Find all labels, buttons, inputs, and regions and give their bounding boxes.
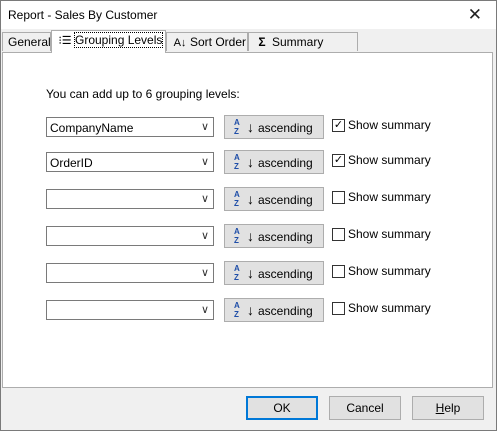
sort-direction-label: ascending xyxy=(258,156,313,170)
field-combo-value: CompanyName xyxy=(50,121,134,135)
show-summary-checkbox[interactable]: ✓ xyxy=(332,154,345,167)
field-combo[interactable]: ∨ xyxy=(46,189,214,209)
sort-direction-label: ascending xyxy=(258,267,313,281)
field-combo[interactable]: ∨ xyxy=(46,263,214,283)
help-label-rest: elp xyxy=(444,401,461,415)
show-summary-label[interactable]: Show summary xyxy=(348,118,431,132)
grouping-row: ∨ A Z ↓ ascending Show summary xyxy=(46,298,476,322)
chevron-down-icon[interactable]: ∨ xyxy=(201,192,209,205)
sort-direction-label: ascending xyxy=(258,230,313,244)
show-summary-checkbox[interactable] xyxy=(332,191,345,204)
window-title: Report - Sales By Customer xyxy=(8,8,158,22)
arrow-down-icon: ↓ xyxy=(247,302,254,318)
sort-direction-button[interactable]: A Z ↓ ascending xyxy=(224,150,324,174)
tab-sort-order[interactable]: A↓ Sort Order xyxy=(166,32,248,51)
sort-direction-button[interactable]: A Z ↓ ascending xyxy=(224,115,324,139)
sort-direction-label: ascending xyxy=(258,121,313,135)
close-icon[interactable]: ✕ xyxy=(468,5,482,25)
show-summary-label[interactable]: Show summary xyxy=(348,190,431,204)
help-button[interactable]: Help xyxy=(412,396,484,420)
grouping-row: OrderID ∨ A Z ↓ ascending ✓ Show summary xyxy=(46,150,476,174)
grouping-row: ∨ A Z ↓ ascending Show summary xyxy=(46,261,476,285)
grouping-row: ∨ A Z ↓ ascending Show summary xyxy=(46,224,476,248)
field-combo[interactable]: OrderID ∨ xyxy=(46,152,214,172)
chevron-down-icon[interactable]: ∨ xyxy=(201,266,209,279)
sort-az-icon: A↓ xyxy=(173,37,187,49)
show-summary-checkbox[interactable] xyxy=(332,228,345,241)
sort-direction-button[interactable]: A Z ↓ ascending xyxy=(224,187,324,211)
sort-az-icon: A Z xyxy=(234,227,240,245)
show-summary-label[interactable]: Show summary xyxy=(348,153,431,167)
arrow-down-icon: ↓ xyxy=(247,228,254,244)
grouping-icon: ⁝☰ xyxy=(58,35,72,47)
tab-general-label: General xyxy=(8,35,51,49)
chevron-down-icon[interactable]: ∨ xyxy=(201,155,209,168)
sort-direction-label: ascending xyxy=(258,304,313,318)
tab-grouping-label: Grouping Levels xyxy=(73,32,164,48)
show-summary-label[interactable]: Show summary xyxy=(348,301,431,315)
field-combo[interactable]: ∨ xyxy=(46,226,214,246)
show-summary-checkbox[interactable] xyxy=(332,265,345,278)
tab-sort-label: Sort Order xyxy=(190,35,247,49)
sort-direction-button[interactable]: A Z ↓ ascending xyxy=(224,224,324,248)
sort-az-icon: A Z xyxy=(234,190,240,208)
ok-button[interactable]: OK xyxy=(246,396,318,420)
tab-grouping-levels[interactable]: ⁝☰ Grouping Levels xyxy=(51,30,166,53)
cancel-button[interactable]: Cancel xyxy=(329,396,401,420)
sort-az-icon: A Z xyxy=(234,153,240,171)
grouping-row: ∨ A Z ↓ ascending Show summary xyxy=(46,187,476,211)
title-bar: Report - Sales By Customer ✕ xyxy=(1,1,496,29)
arrow-down-icon: ↓ xyxy=(247,119,254,135)
arrow-down-icon: ↓ xyxy=(247,191,254,207)
sort-az-icon: A Z xyxy=(234,301,240,319)
chevron-down-icon[interactable]: ∨ xyxy=(201,303,209,316)
field-combo[interactable]: ∨ xyxy=(46,300,214,320)
arrow-down-icon: ↓ xyxy=(247,265,254,281)
tab-summary-values[interactable]: ΣSummary Values xyxy=(248,32,358,68)
sort-direction-button[interactable]: A Z ↓ ascending xyxy=(224,298,324,322)
grouping-row: CompanyName ∨ A Z ↓ ascending ✓ Show summary xyxy=(46,115,476,139)
sigma-icon: Σ xyxy=(258,35,266,49)
intro-text: You can add up to 6 grouping levels: xyxy=(46,87,240,101)
field-combo[interactable]: CompanyName ∨ xyxy=(46,117,214,137)
sort-direction-button[interactable]: A Z ↓ ascending xyxy=(224,261,324,285)
show-summary-label[interactable]: Show summary xyxy=(348,227,431,241)
show-summary-checkbox[interactable] xyxy=(332,302,345,315)
sort-az-icon: A Z xyxy=(234,118,240,136)
show-summary-checkbox[interactable]: ✓ xyxy=(332,119,345,132)
show-summary-label[interactable]: Show summary xyxy=(348,264,431,278)
grouping-panel xyxy=(2,52,493,388)
field-combo-value: OrderID xyxy=(50,156,93,170)
tab-general[interactable]: General xyxy=(2,32,51,51)
sort-az-icon: A Z xyxy=(234,264,240,282)
arrow-down-icon: ↓ xyxy=(247,154,254,170)
chevron-down-icon[interactable]: ∨ xyxy=(201,120,209,133)
sort-direction-label: ascending xyxy=(258,193,313,207)
chevron-down-icon[interactable]: ∨ xyxy=(201,229,209,242)
report-dialog: Report - Sales By Customer ✕ General ⁝☰ G… xyxy=(0,0,497,431)
